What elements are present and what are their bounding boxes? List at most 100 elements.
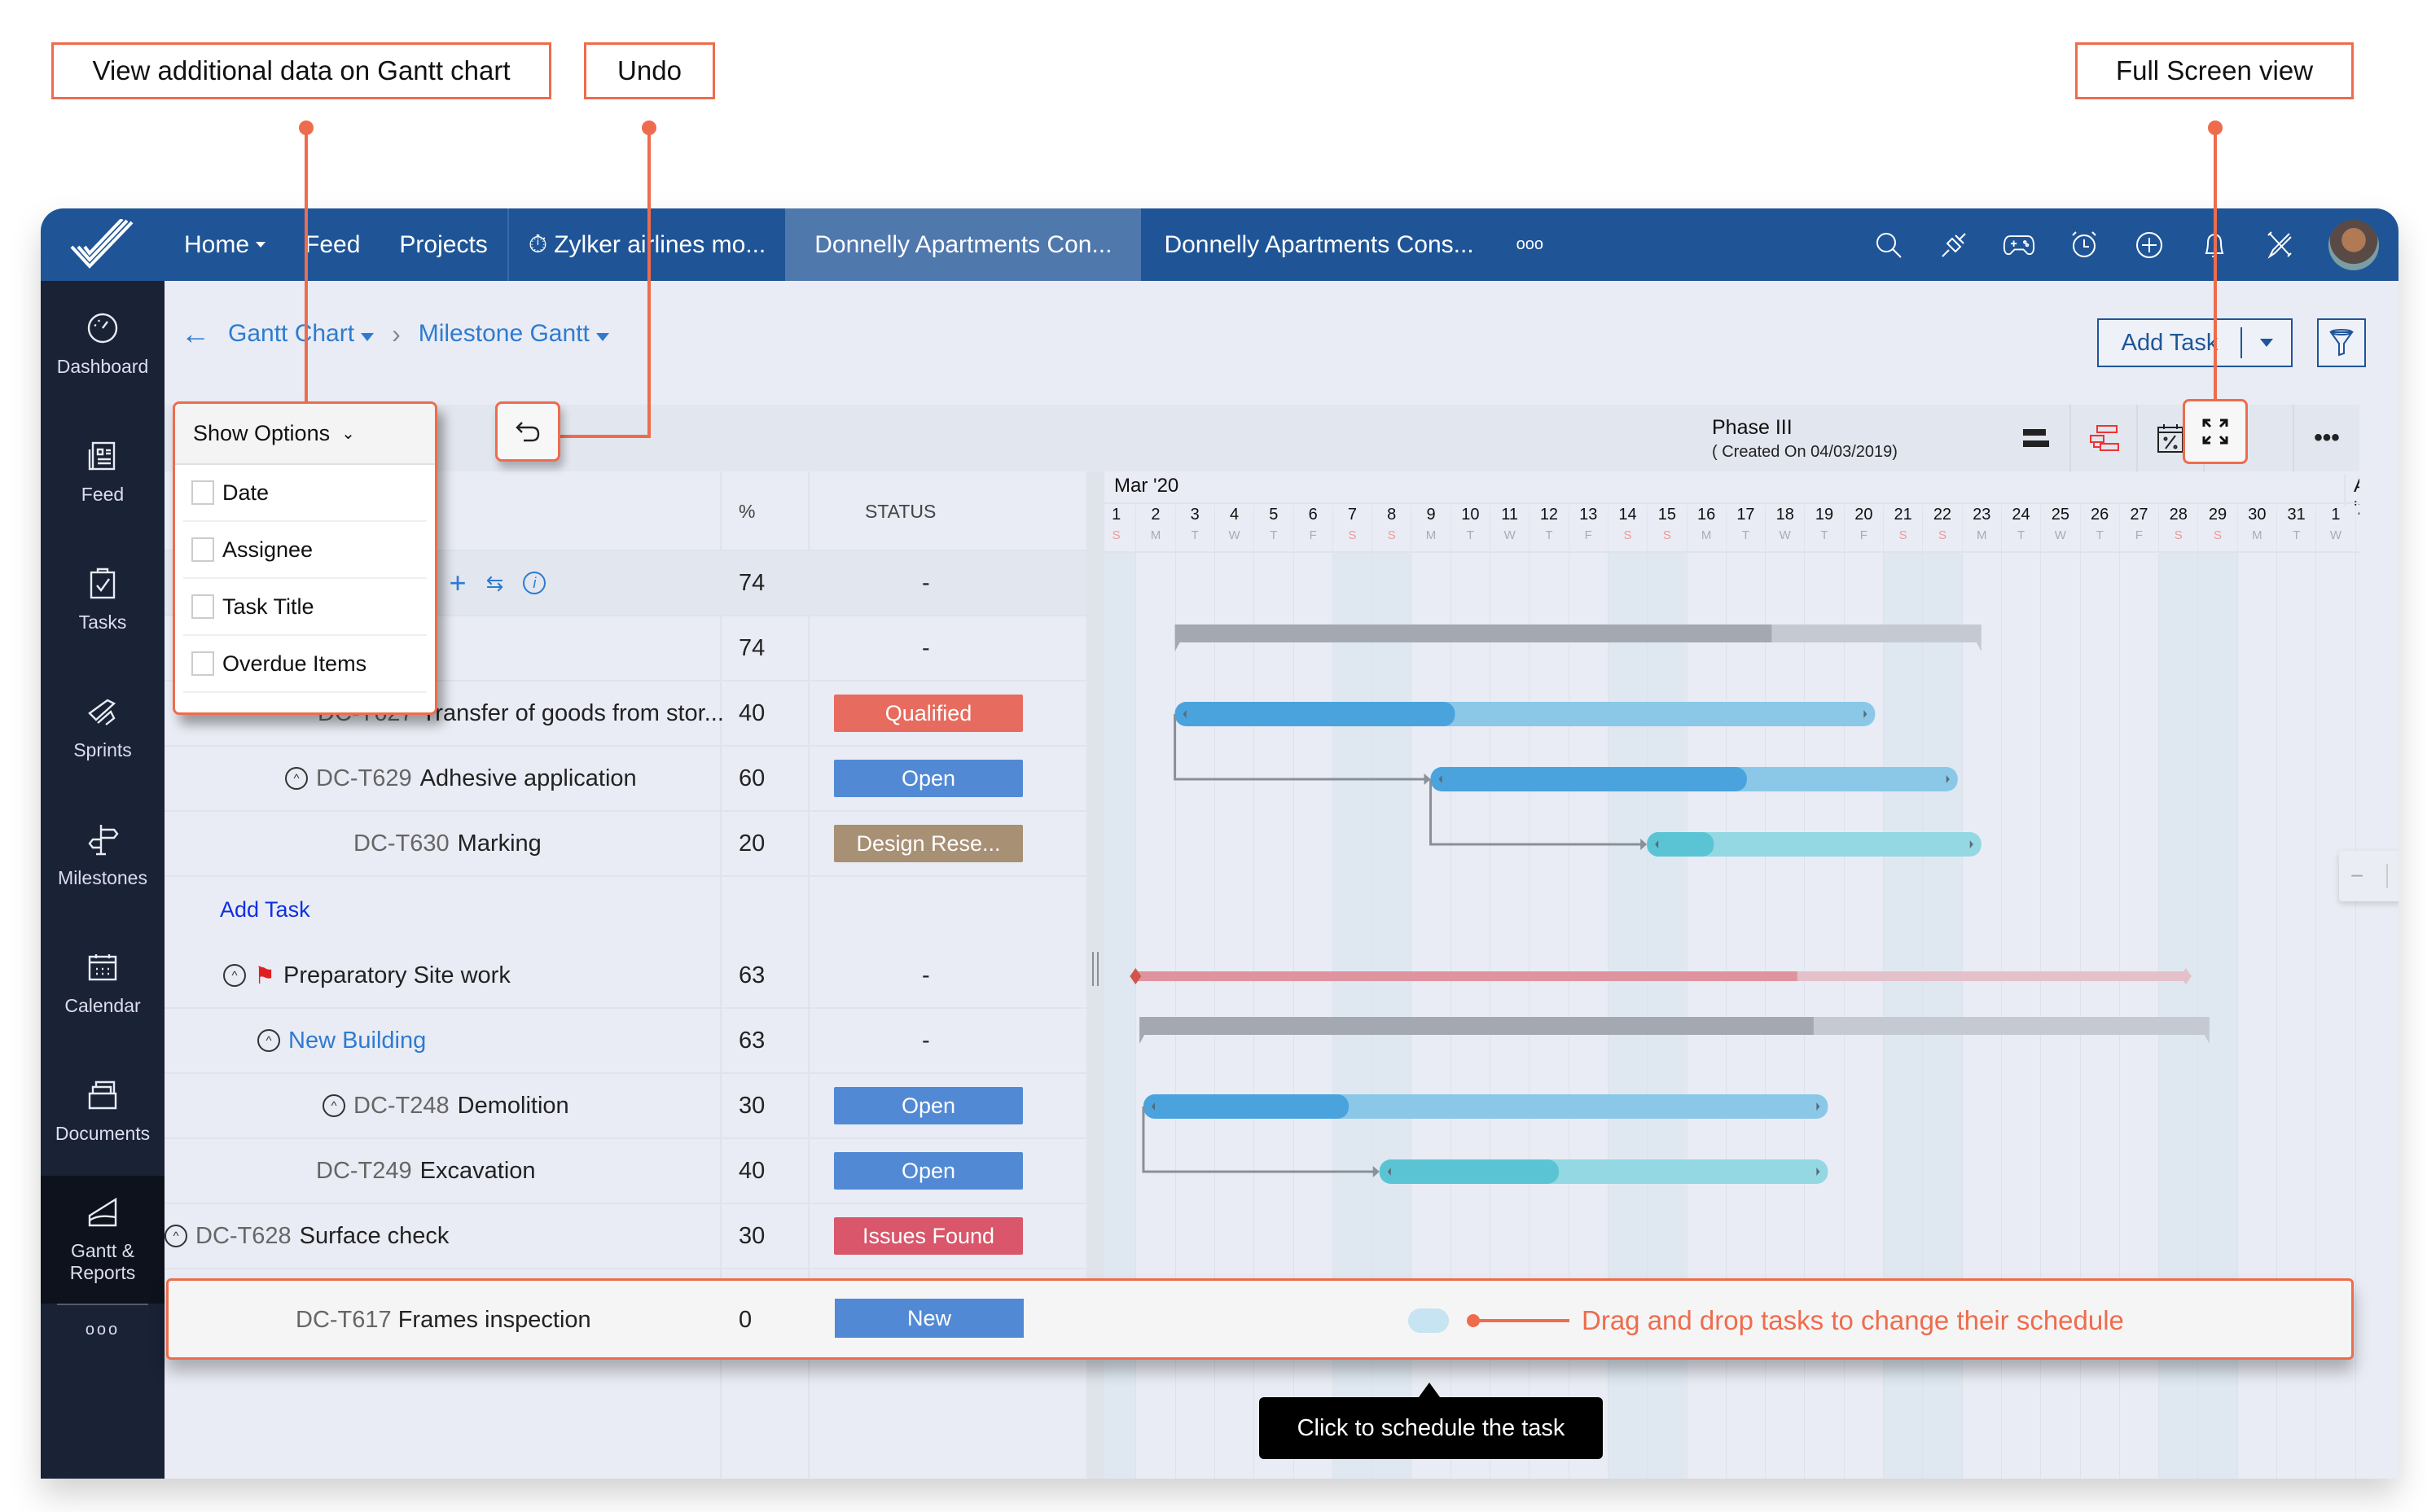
nav-project-tab-zylker[interactable]: ⏱ Zylker airlines mo...: [507, 208, 785, 281]
task-title[interactable]: Adhesive application: [420, 765, 637, 792]
nav-projects[interactable]: Projects: [380, 208, 507, 281]
day-number: 10: [1461, 506, 1480, 524]
tools-icon[interactable]: [2263, 229, 2296, 261]
show-options-toggle[interactable]: Show Options ⌄: [175, 404, 435, 465]
add-task-button[interactable]: Add Task: [2097, 318, 2293, 367]
collapse-icon[interactable]: ^: [165, 1225, 187, 1247]
collapse-icon[interactable]: ^: [285, 767, 308, 790]
task-title[interactable]: Surface check: [300, 1223, 450, 1250]
sidebar-item-feed[interactable]: Feed: [41, 409, 165, 537]
table-row[interactable]: DC-T249 Excavation 40 Open: [165, 1139, 1086, 1204]
task-id: DC-T249: [316, 1157, 412, 1184]
table-row[interactable]: ^ New Building 63 -: [165, 1009, 1086, 1074]
table-row[interactable]: ^ ⚑ Preparatory Site work 63 -: [165, 944, 1086, 1009]
task-title[interactable]: Excavation: [420, 1158, 536, 1185]
zoom-controls: − +: [2339, 851, 2398, 901]
bars-icon: [2023, 429, 2049, 447]
day-header: 12 T: [1529, 506, 1568, 551]
chevron-down-icon: [256, 242, 266, 248]
move-icon[interactable]: ⇆: [486, 571, 504, 596]
sidebar-item-gantt-reports[interactable]: Gantt & Reports: [41, 1176, 165, 1304]
nav-more-tabs[interactable]: ooo: [1497, 208, 1563, 281]
checkbox[interactable]: [191, 594, 214, 619]
alarm-clock-icon[interactable]: [2068, 229, 2100, 261]
plus-circle-icon[interactable]: [2133, 229, 2166, 261]
day-weekday: T: [1466, 528, 1474, 542]
sidebar-item-sprints[interactable]: Sprints: [41, 664, 165, 792]
undo-button[interactable]: [495, 401, 560, 462]
status-badge[interactable]: Issues Found: [834, 1217, 1023, 1255]
status-badge[interactable]: Open: [834, 1152, 1023, 1190]
avatar[interactable]: [2328, 219, 2379, 270]
day-header: 15 S: [1647, 506, 1686, 551]
day-header: 4W: [1214, 506, 1253, 551]
nav-project-tab-donnelly-active[interactable]: Donnelly Apartments Con...: [785, 208, 1142, 281]
status-badge[interactable]: Design Rese...: [834, 825, 1023, 862]
app-logo[interactable]: [41, 208, 165, 281]
add-task-dropdown[interactable]: [2240, 327, 2291, 358]
day-number: 16: [1697, 506, 1716, 524]
collapse-icon[interactable]: ^: [223, 964, 246, 987]
checkbox[interactable]: [191, 537, 214, 562]
sidebar-item-tasks[interactable]: Tasks: [41, 537, 165, 664]
add-task-link[interactable]: Add Task: [220, 897, 310, 923]
column-header-percent: %: [739, 501, 756, 522]
critical-path-button[interactable]: [2003, 405, 2069, 471]
breadcrumb-gantt-chart[interactable]: Gantt Chart: [228, 320, 375, 348]
gamepad-icon[interactable]: [2003, 229, 2035, 261]
sidebar-item-calendar[interactable]: Calendar: [41, 920, 165, 1048]
status-badge[interactable]: Qualified: [834, 695, 1023, 732]
table-row-highlighted[interactable]: DC-T617 Frames inspection 0 New Drag and…: [166, 1278, 2354, 1360]
sidebar-more[interactable]: ooo: [41, 1305, 165, 1354]
task-title[interactable]: Preparatory Site work: [283, 962, 511, 989]
table-row[interactable]: ^ DC-T628 Surface check 30 Issues Found: [165, 1204, 1086, 1269]
sidebar-label: Dashboard: [56, 356, 149, 377]
task-title[interactable]: Transfer of goods from stor...: [422, 700, 724, 727]
task-title[interactable]: Marking: [458, 831, 542, 857]
day-number: 29: [2208, 506, 2227, 524]
add-icon[interactable]: +: [450, 566, 467, 600]
breadcrumb-milestone-gantt[interactable]: Milestone Gantt: [419, 320, 609, 348]
checkbox[interactable]: [191, 480, 214, 505]
nav-home[interactable]: Home: [165, 208, 285, 281]
filter-button[interactable]: [2317, 318, 2366, 367]
zoom-out-button[interactable]: −: [2350, 863, 2363, 889]
unscheduled-task-handle[interactable]: [1408, 1308, 1449, 1333]
add-task-label: Add Task: [2121, 329, 2219, 356]
more-options-button[interactable]: •••: [2293, 405, 2359, 471]
back-arrow-icon[interactable]: ←: [181, 317, 210, 351]
day-number: 12: [1539, 506, 1559, 524]
search-icon[interactable]: [1872, 229, 1905, 261]
show-option-assignee[interactable]: Assignee: [183, 522, 427, 579]
table-row[interactable]: DC-T630 Marking 20 Design Rese...: [165, 812, 1086, 877]
task-title[interactable]: Frames inspection: [398, 1307, 591, 1333]
sidebar-item-dashboard[interactable]: Dashboard: [41, 281, 165, 409]
status-badge[interactable]: New: [835, 1299, 1024, 1338]
task-id: DC-T629: [316, 765, 412, 791]
day-header: 31 T: [2276, 506, 2315, 551]
show-option-date[interactable]: Date: [183, 465, 427, 522]
sidebar-item-milestones[interactable]: Milestones: [41, 792, 165, 920]
status-badge[interactable]: Open: [834, 1087, 1023, 1124]
show-option-overdue-items[interactable]: Overdue Items: [183, 636, 427, 693]
table-row[interactable]: ^ DC-T629 Adhesive application 60 Open: [165, 747, 1086, 812]
plug-icon[interactable]: [1938, 229, 1970, 261]
status-badge[interactable]: Open: [834, 760, 1023, 797]
day-header: 11 W: [1490, 506, 1529, 551]
collapse-icon[interactable]: ^: [323, 1094, 345, 1117]
collapse-icon[interactable]: ^: [257, 1029, 280, 1052]
nav-project-tab-donnelly[interactable]: Donnelly Apartments Cons...: [1141, 208, 1496, 281]
nav-feed[interactable]: Feed: [285, 208, 380, 281]
dependency-view-button[interactable]: [2069, 405, 2136, 471]
day-weekday: S: [1898, 528, 1907, 542]
checkbox[interactable]: [191, 651, 214, 676]
task-title[interactable]: Demolition: [458, 1093, 569, 1120]
tasklist-title[interactable]: New Building: [288, 1028, 426, 1054]
show-option-task-title[interactable]: Task Title: [183, 579, 427, 636]
sidebar-item-documents[interactable]: Documents: [41, 1048, 165, 1176]
summary-bar-cap: [1139, 1035, 1145, 1044]
full-screen-button[interactable]: [2183, 399, 2248, 464]
table-row[interactable]: ^ DC-T248 Demolition 30 Open: [165, 1074, 1086, 1139]
day-weekday: F: [1309, 528, 1317, 542]
info-icon[interactable]: i: [523, 572, 546, 594]
